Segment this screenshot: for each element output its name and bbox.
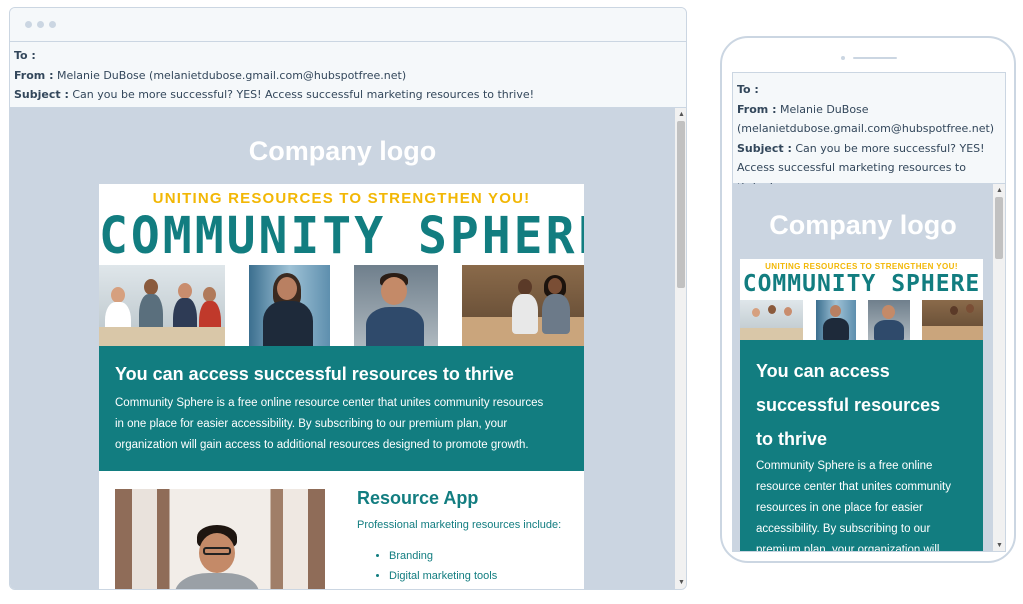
scroll-down-icon[interactable]: ▼ [996,542,1003,550]
banner-title: COMMUNITY SPHERE [99,206,584,266]
hero-body: Community Sphere is a free online resour… [115,397,544,451]
scrollbar-mobile[interactable]: ▲ ▼ [993,184,1005,551]
photo-man-phone [868,300,910,340]
window-dot-icon [25,21,32,28]
subject-label: Subject : [14,88,69,101]
from-address-row: (melanietdubose.gmail.com@hubspotfree.ne… [737,119,1001,139]
to-row: To : [14,46,682,66]
from-value: Melanie DuBose (melanietdubose.gmail.com… [56,68,407,82]
hero-section-mobile: You can access successful resources to t… [740,340,983,552]
photo-office-laptop [922,300,983,340]
scroll-up-icon[interactable]: ▲ [996,187,1003,195]
photo-team-meeting [740,300,803,340]
hero-section: You can access successful resources to t… [99,346,584,471]
camera-icon [841,56,845,60]
scroll-down-icon[interactable]: ▼ [678,579,685,587]
company-logo: Company logo [248,136,437,166]
section-list: Branding Digital marketing tools [389,546,497,586]
photo-man-phone [354,265,438,346]
subject-row: Subject : Can you be more successful? YE… [737,139,1001,159]
scrollbar[interactable]: ▲ ▼ [675,108,686,589]
scroll-thumb[interactable] [677,121,685,288]
email-canvas[interactable]: Company logo UNITING RESOURCES TO STRENG… [10,108,675,589]
from-row: From : Melanie DuBose (melanietdubose.gm… [14,66,682,86]
desktop-preview: To : From : Melanie DuBose (melanietdubo… [9,7,687,590]
hero-body: Community Sphere is a free online resour… [756,460,951,552]
company-logo: Company logo [769,210,957,240]
photo-resource-app [115,489,325,589]
from-name: Melanie DuBose [779,102,869,116]
list-item: Digital marketing tools [389,566,497,586]
subject-row: Subject : Can you be more successful? YE… [14,85,682,105]
from-address: (melanietdubose.gmail.com@hubspotfree.ne… [737,122,995,135]
to-label: To : [737,83,759,96]
email-canvas-mobile[interactable]: Company logo UNITING RESOURCES TO STRENG… [733,184,993,552]
photo-woman-phone [249,265,330,346]
speaker-icon [853,57,897,59]
section-title: Resource App [357,488,479,508]
photo-team-meeting [99,265,225,346]
scroll-thumb[interactable] [995,197,1003,259]
banner-tagline: UNITING RESOURCES TO STRENGTHEN YOU! [765,262,958,271]
hero-heading: You can access successful resources to t… [756,361,941,449]
to-label: To : [14,49,36,62]
hero-heading: You can access successful resources to t… [115,364,514,384]
from-label: From : [14,68,54,82]
mobile-preview: To : From : Melanie DuBose (melanietdubo… [720,36,1016,563]
email-header: To : From : Melanie DuBose (melanietdubo… [10,42,686,108]
email-body-mobile: UNITING RESOURCES TO STRENGTHEN YOU! COM… [740,259,983,552]
section-subtitle: Professional marketing resources include… [357,519,562,531]
banner-tagline: UNITING RESOURCES TO STRENGTHEN YOU! [152,190,531,207]
email-body: UNITING RESOURCES TO STRENGTHEN YOU! COM… [99,184,584,589]
subject-label: Subject : [737,141,792,155]
banner-title: COMMUNITY SPHERE [742,271,981,297]
subject-line-1: Can you be more successful? YES! [795,141,985,155]
email-header-mobile: To : From : Melanie DuBose (melanietdubo… [733,73,1005,194]
photo-woman-phone [816,300,856,340]
from-row: From : Melanie DuBose [737,100,1001,120]
from-label: From : [737,102,777,116]
mobile-screen: To : From : Melanie DuBose (melanietdubo… [732,72,1006,552]
scroll-up-icon[interactable]: ▲ [678,111,685,119]
window-titlebar [10,8,686,42]
subject-value: Can you be more successful? YES! Access … [72,88,535,101]
window-dot-icon [49,21,56,28]
photo-office-laptop [462,265,584,346]
list-item: Branding [389,546,497,566]
to-row: To : [737,80,1001,100]
window-dot-icon [37,21,44,28]
